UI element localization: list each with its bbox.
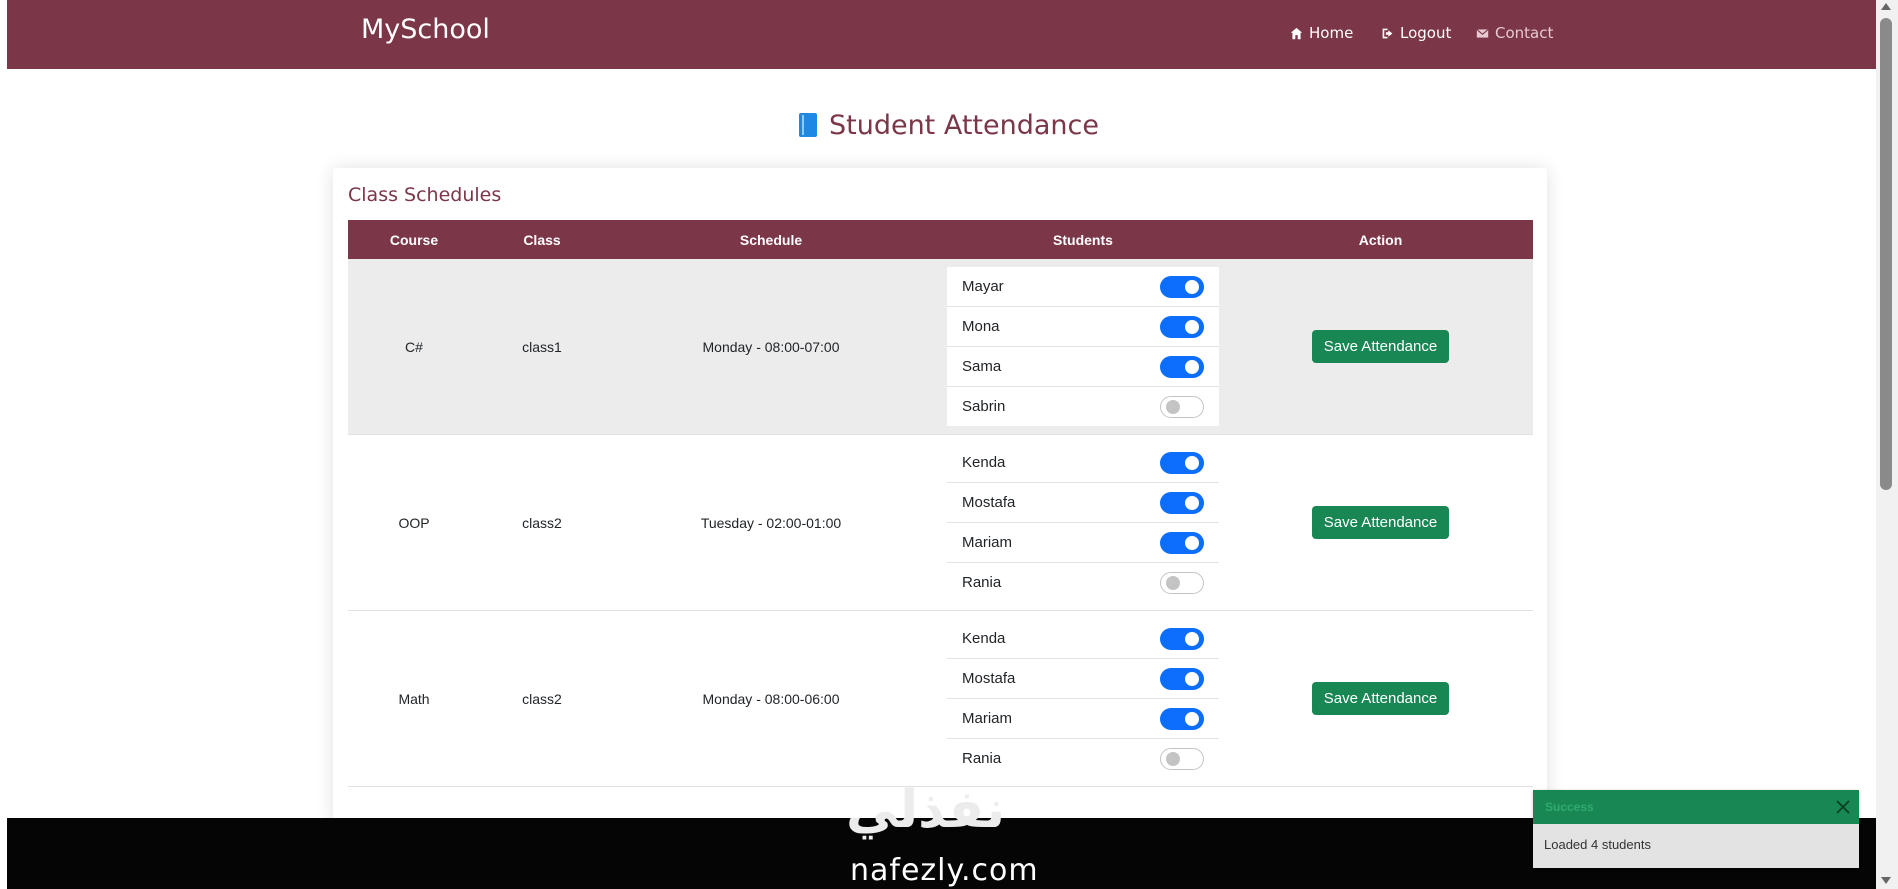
student-name: Kenda [962, 454, 1006, 471]
student-item: Mona [947, 307, 1219, 347]
watermark-latin: nafezly.com [850, 853, 1039, 888]
students-cell: Kenda Mostafa Mariam Rania [938, 610, 1228, 787]
table-row: Math class2 Monday - 08:00-06:00 Kenda M… [348, 610, 1533, 787]
attendance-toggle[interactable] [1160, 275, 1204, 298]
toast-message: Loaded 4 students [1544, 837, 1651, 852]
save-attendance-button[interactable]: Save Attendance [1311, 682, 1450, 715]
attendance-toggle[interactable] [1160, 667, 1204, 690]
students-cell: Mayar Mona Sama Sabrin [938, 259, 1228, 435]
column-header-course: Course [348, 220, 480, 259]
nav-home-link[interactable]: Home [1290, 24, 1353, 42]
student-name: Mostafa [962, 670, 1016, 687]
student-name: Mona [962, 318, 1000, 335]
attendance-toggle[interactable] [1160, 531, 1204, 554]
nav-contact-label: Contact [1495, 24, 1554, 42]
student-item: Kenda [947, 619, 1219, 659]
student-item: Mayar [947, 267, 1219, 307]
student-name: Rania [962, 574, 1002, 591]
schedule-cell: Tuesday - 02:00-01:00 [604, 434, 938, 611]
student-name: Mariam [962, 710, 1013, 727]
save-attendance-button[interactable]: Save Attendance [1311, 506, 1450, 539]
schedule-table: Course Class Schedule Students Action C#… [348, 220, 1533, 787]
column-header-action: Action [1228, 220, 1533, 259]
attendance-toggle[interactable] [1160, 395, 1204, 418]
student-item: Mariam [947, 699, 1219, 739]
student-name: Mariam [962, 534, 1013, 551]
students-list: Kenda Mostafa Mariam Rania [947, 619, 1219, 778]
class-cell: class1 [480, 259, 604, 435]
watermark: نفذلي nafezly.com [836, 780, 1066, 888]
home-icon [1290, 27, 1303, 39]
student-item: Rania [947, 739, 1219, 778]
student-name: Kenda [962, 630, 1006, 647]
nav-home-label: Home [1309, 24, 1354, 42]
toast-header: Success [1533, 790, 1859, 824]
students-list: Kenda Mostafa Mariam Rania [947, 443, 1219, 602]
toast-title: Success [1545, 800, 1594, 814]
student-item: Mariam [947, 523, 1219, 563]
student-item: Mostafa [947, 483, 1219, 523]
student-item: Kenda [947, 443, 1219, 483]
page-title-text: Student Attendance [828, 110, 1099, 141]
save-attendance-button[interactable]: Save Attendance [1311, 330, 1450, 363]
brand-logo[interactable]: MySchool [361, 14, 490, 45]
table-row: OOP class2 Tuesday - 02:00-01:00 Kenda M… [348, 434, 1533, 611]
attendance-toggle[interactable] [1160, 451, 1204, 474]
student-item: Mostafa [947, 659, 1219, 699]
attendance-toggle[interactable] [1160, 355, 1204, 378]
course-cell: OOP [348, 434, 480, 611]
watermark-arabic: نفذلي [846, 780, 1006, 840]
attendance-toggle[interactable] [1160, 747, 1204, 770]
action-cell: Save Attendance [1228, 259, 1533, 435]
nav-logout-label: Logout [1400, 24, 1452, 42]
student-name: Mostafa [962, 494, 1016, 511]
scrollbar-thumb[interactable] [1880, 18, 1892, 490]
course-cell: Math [348, 610, 480, 787]
class-cell: class2 [480, 610, 604, 787]
table-row: C# class1 Monday - 08:00-07:00 Mayar Mon… [348, 259, 1533, 435]
students-cell: Kenda Mostafa Mariam Rania [938, 434, 1228, 611]
column-header-schedule: Schedule [604, 220, 938, 259]
schedule-cell: Monday - 08:00-07:00 [604, 259, 938, 435]
column-header-students: Students [938, 220, 1228, 259]
course-cell: C# [348, 259, 480, 435]
page-title: Student Attendance [0, 110, 1898, 141]
student-name: Sabrin [962, 398, 1006, 415]
action-cell: Save Attendance [1228, 434, 1533, 611]
attendance-toggle[interactable] [1160, 491, 1204, 514]
student-name: Mayar [962, 278, 1004, 295]
nav-logout-link[interactable]: Logout [1381, 24, 1451, 42]
card-title: Class Schedules [348, 184, 502, 206]
attendance-toggle[interactable] [1160, 315, 1204, 338]
student-item: Rania [947, 563, 1219, 602]
attendance-toggle[interactable] [1160, 571, 1204, 594]
student-name: Sama [962, 358, 1002, 375]
class-cell: class2 [480, 434, 604, 611]
scroll-up-arrow-icon[interactable] [1881, 3, 1891, 10]
navbar: MySchool Home Logout Contact [7, 0, 1876, 69]
student-item: Sabrin [947, 387, 1219, 426]
mail-icon [1476, 28, 1489, 38]
book-icon [798, 113, 817, 137]
nav-contact-link[interactable]: Contact [1476, 24, 1553, 42]
student-name: Rania [962, 750, 1002, 767]
student-item: Sama [947, 347, 1219, 387]
close-icon[interactable] [1833, 797, 1853, 817]
class-schedules-card: Class Schedules Course Class Schedule St… [333, 168, 1547, 828]
scroll-down-arrow-icon[interactable] [1881, 877, 1891, 884]
students-list: Mayar Mona Sama Sabrin [947, 267, 1219, 426]
action-cell: Save Attendance [1228, 610, 1533, 787]
schedule-cell: Monday - 08:00-06:00 [604, 610, 938, 787]
column-header-class: Class [480, 220, 604, 259]
logout-icon [1382, 28, 1393, 38]
attendance-toggle[interactable] [1160, 627, 1204, 650]
success-toast: Success Loaded 4 students [1533, 790, 1859, 868]
table-header-row: Course Class Schedule Students Action [348, 220, 1533, 259]
attendance-toggle[interactable] [1160, 707, 1204, 730]
